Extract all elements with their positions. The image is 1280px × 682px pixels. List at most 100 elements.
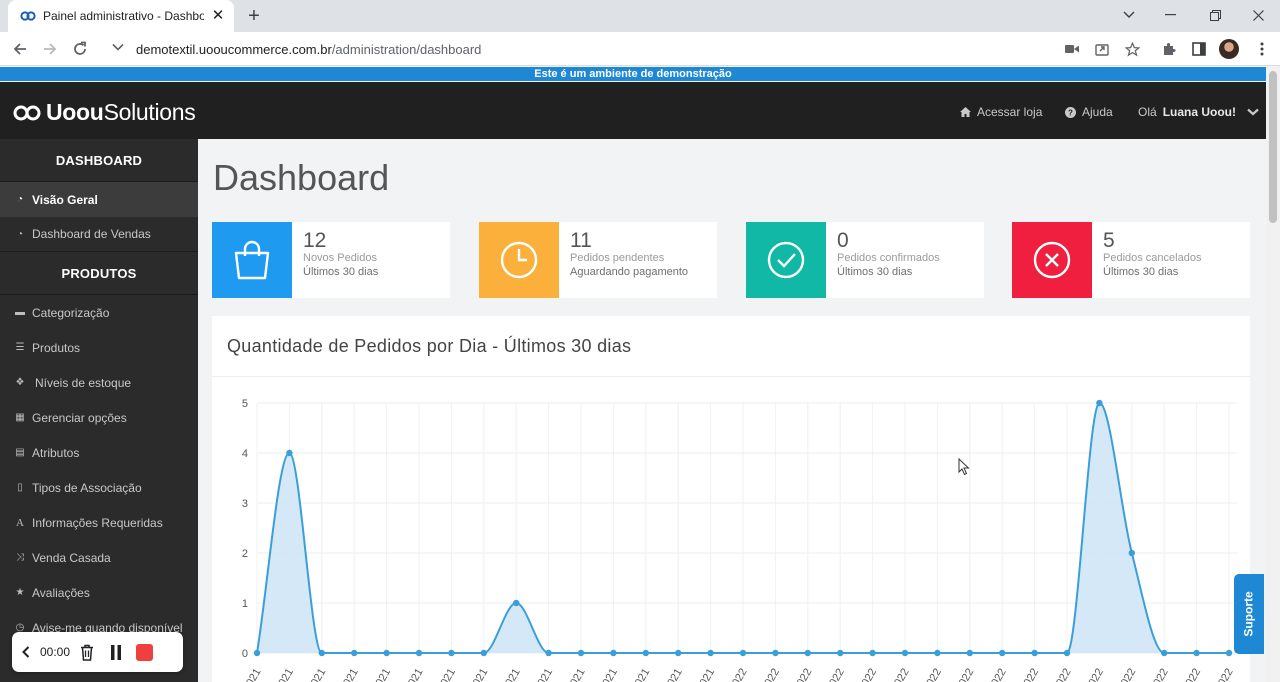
data-point: [772, 649, 779, 657]
bookmark-star-icon[interactable]: [1122, 39, 1142, 59]
tab-search-icon[interactable]: [1107, 0, 1151, 30]
uoou-favicon-icon: [20, 8, 36, 24]
data-point: [966, 649, 973, 657]
stat-label: Pedidos confirmados: [837, 252, 940, 264]
sidebar-item-atributos[interactable]: ▤ Atributos: [0, 435, 198, 470]
address-bar[interactable]: demotextil.uooucommerce.com.br/administr…: [102, 36, 1152, 62]
x-tick-label: 021: [633, 667, 653, 682]
menu-kebab-icon[interactable]: [1252, 39, 1272, 59]
close-window-button[interactable]: [1236, 0, 1280, 30]
sidebar-item-tipos-de-associacao[interactable]: ▯ Tipos de Associação: [0, 470, 198, 505]
sidebar-item-produtos[interactable]: ☰ Produtos: [0, 330, 198, 365]
sidebar-item-informacoes-requeridas[interactable]: A Informações Requeridas: [0, 505, 198, 540]
screen-recorder-widget: 00:00: [12, 632, 183, 672]
gauge-icon: ◔: [16, 228, 24, 240]
page-viewport: Este é um ambiente de demonstração UoouS…: [0, 67, 1280, 682]
x-tick-label: 021: [276, 667, 296, 682]
sidebar-item-label: Informações Requeridas: [32, 515, 163, 530]
clock-icon: [479, 222, 559, 298]
data-point: [318, 649, 325, 657]
x-tick-label: 022: [892, 667, 912, 682]
stat-card-pedidos-cancelados[interactable]: 5 Pedidos cancelados Últimos 30 dias: [1012, 222, 1250, 298]
collapse-chevron-icon[interactable]: [22, 646, 30, 658]
data-point: [253, 649, 261, 657]
sidebar-item-avaliacoes[interactable]: ★ Avaliações: [0, 575, 198, 610]
brand-name-bold: Uoou: [46, 99, 104, 125]
camera-icon[interactable]: [1062, 39, 1082, 59]
url-text: demotextil.uooucommerce.com.br/administr…: [136, 42, 481, 57]
acessar-loja-label: Acessar loja: [977, 105, 1043, 119]
x-tick-label: 021: [471, 667, 491, 682]
scrollbar-thumb[interactable]: [1269, 71, 1277, 223]
main-content: Dashboard 12 Novos Pedidos Últimos 30 di…: [198, 139, 1264, 682]
stat-card-novos-pedidos[interactable]: 12 Novos Pedidos Últimos 30 dias: [212, 222, 450, 298]
reload-button[interactable]: [68, 37, 92, 61]
x-tick-label: 022: [924, 667, 944, 682]
file-list-icon: ▤: [15, 447, 25, 458]
data-point: [1161, 649, 1168, 657]
font-icon: A: [16, 516, 24, 529]
x-tick-label: 021: [698, 667, 718, 682]
orders-per-day-chart: 0 1 2 3 4 5 021 021 021 021 021 021 021 021 021 021 021 0…: [242, 398, 1237, 682]
x-tick-label: 021: [438, 667, 458, 682]
data-point: [448, 649, 455, 657]
profile-avatar[interactable]: [1219, 39, 1239, 59]
trash-icon[interactable]: [80, 644, 94, 661]
data-point: [837, 649, 844, 657]
back-button[interactable]: [8, 37, 32, 61]
x-tick-label: 022: [1119, 667, 1139, 682]
tab-title: Painel administrativo - Dashboar: [43, 9, 204, 23]
extensions-icon[interactable]: [1159, 39, 1179, 59]
x-tick-label: 021: [503, 667, 523, 682]
browser-tabstrip: Painel administrativo - Dashboar ✕ +: [0, 0, 1280, 32]
sidebar-item-dashboard-de-vendas[interactable]: ◔ Dashboard de Vendas: [0, 217, 198, 252]
acessar-loja-link[interactable]: Acessar loja: [960, 105, 1042, 119]
stat-subtitle: Últimos 30 dias: [303, 266, 379, 278]
tab-close-icon[interactable]: ✕: [210, 8, 226, 24]
share-icon[interactable]: [1092, 39, 1112, 59]
stat-card-pedidos-pendentes[interactable]: 11 Pedidos pendentes Aguardando pagament…: [479, 222, 717, 298]
stat-card-pedidos-confirmados[interactable]: 0 Pedidos confirmados Últimos 30 dias: [746, 222, 984, 298]
brand-logo[interactable]: UoouSolutions: [12, 99, 196, 126]
url-path: /administration/dashboard: [331, 41, 482, 57]
forward-button[interactable]: [38, 37, 62, 61]
sidebar-item-niveis-de-estoque[interactable]: ❖ Níveis de estoque: [0, 365, 198, 400]
data-point: [286, 449, 293, 457]
browser-tab[interactable]: Painel administrativo - Dashboar ✕: [8, 0, 234, 32]
x-tick-label: 021: [406, 667, 426, 682]
sidebar-item-visao-geral[interactable]: ◔ Visão Geral: [0, 182, 198, 217]
greeting-text: Olá: [1138, 105, 1157, 119]
star-icon: ★: [15, 587, 25, 598]
uoou-logo-icon: [13, 105, 41, 120]
site-info-icon[interactable]: [112, 40, 124, 58]
restore-button[interactable]: [1193, 0, 1237, 30]
user-menu[interactable]: Olá Luana Uoou!: [1138, 105, 1259, 119]
data-point: [804, 649, 811, 657]
pause-icon[interactable]: [110, 644, 122, 660]
data-point: [901, 649, 909, 657]
minimize-button[interactable]: [1148, 0, 1192, 30]
stat-number: 0: [837, 229, 849, 252]
list-icon: ☰: [15, 342, 25, 353]
x-tick-label: 021: [568, 667, 588, 682]
data-point: [545, 649, 552, 657]
data-point: [1193, 649, 1200, 657]
page-scrollbar[interactable]: [1266, 67, 1280, 682]
sidebar-item-categorizacao[interactable]: ▬ Categorização: [0, 295, 198, 330]
suporte-tab-button[interactable]: Suporte: [1234, 574, 1264, 654]
data-point: [513, 599, 520, 607]
file-icon: ▯: [17, 482, 23, 493]
data-point: [1225, 649, 1233, 657]
side-panel-icon[interactable]: [1189, 39, 1209, 59]
data-point: [869, 649, 876, 657]
stat-subtitle: Últimos 30 dias: [1103, 266, 1179, 278]
y-tick-label: 4: [242, 448, 248, 460]
data-point: [999, 649, 1006, 657]
sidebar-item-venda-casada[interactable]: ⤨ Venda Casada: [0, 540, 198, 575]
stop-recording-button[interactable]: [136, 643, 154, 661]
x-tick-label: 022: [1151, 667, 1171, 682]
new-tab-button[interactable]: +: [242, 4, 266, 28]
ajuda-link[interactable]: ? Ajuda: [1065, 105, 1113, 119]
x-tick-label: 022: [860, 667, 880, 682]
sidebar-item-gerenciar-opcoes[interactable]: ▦ Gerenciar opções: [0, 400, 198, 435]
